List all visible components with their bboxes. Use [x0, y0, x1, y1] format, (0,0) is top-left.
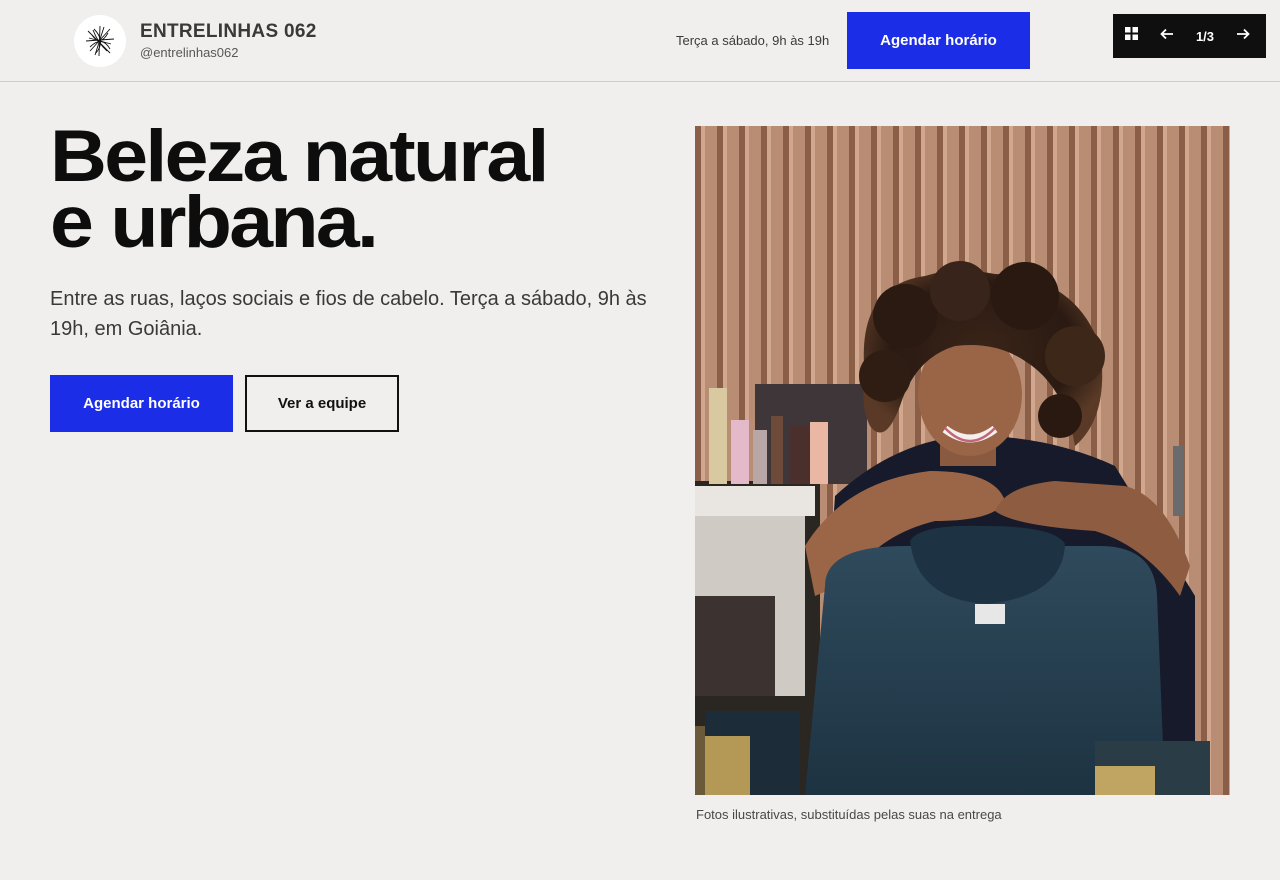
photo-caption: Fotos ilustrativas, substituídas pelas s…	[696, 807, 1002, 822]
header-book-button[interactable]: Agendar horário	[847, 12, 1030, 69]
hero-subtitle: Entre as ruas, laços sociais e fios de c…	[50, 288, 647, 340]
previous-slide-button[interactable]	[1149, 14, 1185, 58]
hero-book-button[interactable]: Agendar horário	[50, 375, 233, 432]
brand-name: ENTRELINHAS 062	[140, 21, 317, 43]
brand-handle: @entrelinhas062	[140, 44, 239, 60]
logo-icon	[74, 15, 126, 67]
hero-title: Beleza natural e urbana.	[50, 116, 720, 263]
site-header: ENTRELINHAS 062 @entrelinhas062 Terça a …	[0, 0, 1280, 82]
opening-hours: Terça a sábado, 9h às 19h	[676, 33, 830, 48]
grid-view-button[interactable]	[1113, 14, 1149, 58]
hero-title-line-2: e urbana.	[50, 182, 379, 263]
arrow-right-icon	[1236, 27, 1250, 45]
hero-photo	[695, 126, 1230, 795]
arrow-left-icon	[1160, 27, 1174, 45]
grid-icon	[1124, 27, 1138, 45]
hero-title-line-1: Beleza natural	[50, 116, 549, 197]
next-slide-button[interactable]	[1225, 14, 1261, 58]
slide-counter: 1/3	[1195, 28, 1215, 44]
view-team-button[interactable]: Ver a equipe	[245, 375, 399, 432]
brand[interactable]: ENTRELINHAS 062 @entrelinhas062	[74, 15, 317, 67]
slide-navigator: 1/3	[1113, 14, 1266, 58]
